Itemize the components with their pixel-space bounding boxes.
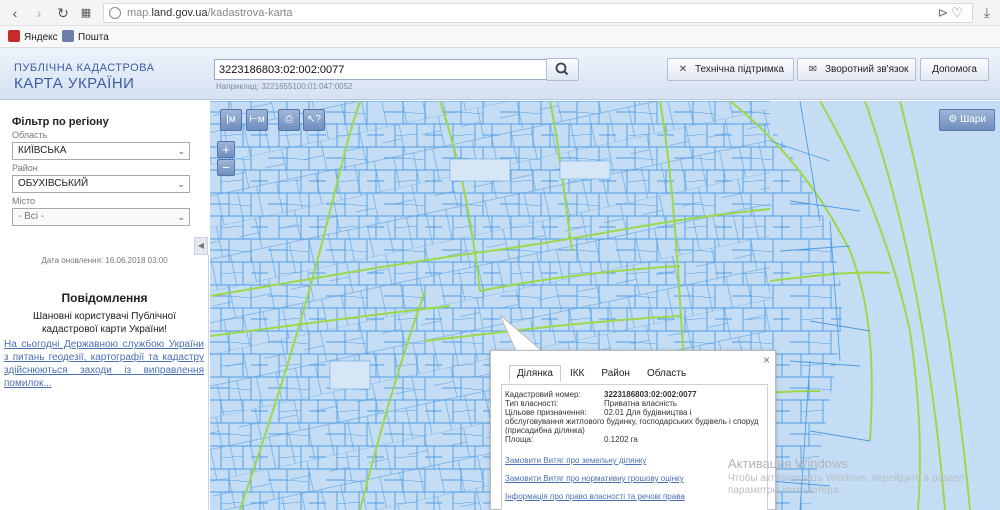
ownership-row: Тип власності: Приватна власність [505, 399, 765, 408]
cadastral-map[interactable]: |м ⊢м ⎙ ↖? + − ⚙ Шари × Ділянка ІКК Район О… [210, 101, 1000, 510]
popup-pointer [499, 314, 544, 352]
share-icon[interactable]: ⊳ [937, 5, 951, 20]
gear-icon: ⚙ [948, 114, 958, 125]
plus-icon: + [222, 142, 230, 157]
popup-tabs: Ділянка ІКК Район Область [509, 365, 695, 384]
news-text: Шановні користувачі Публічної кадастрово… [33, 311, 176, 335]
technical-support-label: Технічна підтримка [695, 64, 784, 75]
collapse-panel-button[interactable]: ◀ [194, 237, 208, 255]
logo-line1[interactable]: ПУБЛІЧНА КАДАСТРОВА [14, 62, 154, 74]
url-text: map.land.gov.ua/kadastrova-karta [127, 7, 293, 19]
reload-icon[interactable]: ↻ [54, 4, 72, 22]
search-hint: Наприклад: 3221655100:01:047:0052 [216, 82, 353, 91]
search-button[interactable] [546, 58, 579, 81]
order-valuation-extract-link[interactable]: Замовити Витяг про нормативну грошову оц… [505, 474, 684, 483]
logo-line2[interactable]: КАРТА УКРАЇНИ [14, 75, 134, 92]
region-filter: Фільтр по регіону Область КИЇВСЬКА ⌄ Райо… [0, 100, 209, 255]
purpose-value: 02.01 Для будівництва і [604, 408, 692, 417]
tabs-grid-icon[interactable]: ▦ [77, 4, 95, 22]
region-label: Область [12, 130, 48, 140]
area-row: Площа: 0.1202 га [505, 435, 765, 444]
district-value: ОБУХІВСЬКИЙ [18, 178, 89, 189]
mail-icon [62, 30, 74, 42]
printer-icon: ⎙ [285, 114, 293, 125]
zoom-in-button[interactable]: + [217, 141, 235, 158]
chevron-down-icon: ⌄ [177, 146, 185, 156]
cadastral-row: Кадастровий номер: 3223186803:02:002:007… [505, 390, 765, 399]
envelope-icon: ✉ [808, 64, 818, 75]
measure-length-button[interactable]: |м [220, 109, 242, 131]
favorite-heart-icon[interactable]: ♡ [951, 5, 966, 20]
news-title: Повідомлення [61, 291, 148, 305]
bookmark-mail-label: Пошта [78, 32, 109, 43]
tab-district[interactable]: Район [593, 365, 638, 382]
order-parcel-extract-link[interactable]: Замовити Витяг про земельну ділянку [505, 456, 646, 465]
purpose-row: Цільове призначення: 02.01 Для будівницт… [505, 408, 765, 435]
minus-icon: − [222, 160, 230, 175]
layers-label: Шари [960, 114, 986, 125]
cadastral-label: Кадастровий номер: [505, 390, 581, 399]
tab-region[interactable]: Область [639, 365, 694, 382]
url-path: /kadastrova-karta [207, 7, 293, 19]
area-value: 0.1202 га [604, 435, 638, 444]
purpose-label: Цільове призначення: [505, 408, 587, 417]
address-bar[interactable]: map.land.gov.ua/kadastrova-karta ⊳♡ [103, 3, 973, 23]
bookmark-yandex[interactable]: Яндекс [8, 30, 58, 43]
tab-parcel[interactable]: Ділянка [509, 365, 561, 382]
area-icon: ⊢м [249, 114, 265, 125]
measure-area-button[interactable]: ⊢м [246, 109, 268, 131]
region-value: КИЇВСЬКА [18, 145, 67, 156]
back-icon[interactable]: ‹ [6, 4, 24, 22]
chevron-down-icon: ⌄ [177, 179, 185, 189]
globe-icon [109, 7, 121, 19]
windows-activation-text: Чтобы активировать Windows, перейдите в … [728, 473, 965, 496]
news-link[interactable]: На сьогодні Державною службою України з … [4, 338, 204, 390]
bookmarks-bar: Яндекс Пошта [0, 26, 1000, 48]
cadastral-search-input[interactable] [214, 59, 548, 80]
windows-activation-title: Активация Windows [728, 456, 848, 471]
technical-support-button[interactable]: ✕ Технічна підтримка [667, 58, 794, 81]
feedback-label: Зворотний зв'язок [825, 64, 909, 75]
url-domain: land.gov.ua [151, 7, 208, 19]
ownership-label: Тип власності: [505, 399, 559, 408]
district-select[interactable]: ОБУХІВСЬКИЙ ⌄ [12, 175, 190, 193]
filter-title: Фільтр по регіону [12, 116, 109, 128]
city-select[interactable]: - Всі - ⌄ [12, 208, 190, 226]
area-label: Площа: [505, 435, 534, 444]
identify-button[interactable]: ↖? [303, 109, 325, 131]
browser-toolbar: ‹ › ↻ ▦ map.land.gov.ua/kadastrova-karta… [0, 0, 1000, 26]
layers-button[interactable]: ⚙ Шари [939, 109, 995, 131]
region-select[interactable]: КИЇВСЬКА ⌄ [12, 142, 190, 160]
search-icon [555, 62, 569, 76]
ruler-icon: |м [226, 114, 236, 125]
yandex-icon [8, 30, 20, 42]
print-button[interactable]: ⎙ [278, 109, 300, 131]
download-icon[interactable]: ⤓ [984, 4, 990, 21]
site-header: ПУБЛІЧНА КАДАСТРОВА КАРТА УКРАЇНИ Наприк… [0, 48, 1000, 100]
chevron-down-icon: ⌄ [177, 212, 185, 222]
close-icon[interactable]: × [763, 353, 770, 367]
forward-icon[interactable]: › [30, 4, 48, 22]
bookmark-yandex-label: Яндекс [24, 32, 58, 43]
zoom-out-button[interactable]: − [217, 159, 235, 176]
parcel-info: Кадастровий номер: 3223186803:02:002:007… [505, 390, 765, 444]
update-date: Дата оновлення: 16.06.2018 03:00 [41, 256, 168, 265]
feedback-button[interactable]: ✉ Зворотний зв'язок [797, 58, 916, 81]
help-button[interactable]: Допомога [920, 58, 989, 81]
ownership-value: Приватна власність [604, 399, 678, 408]
city-label: Місто [12, 196, 36, 206]
tools-icon: ✕ [678, 64, 688, 75]
purpose-continued: обслуговування житлового будинку, господ… [505, 417, 759, 435]
tab-ikk[interactable]: ІКК [562, 365, 592, 382]
url-prefix: map. [127, 7, 152, 19]
address-actions: ⊳♡ [937, 5, 966, 21]
ownership-info-link[interactable]: Інформація про право власності та речові… [505, 492, 685, 501]
bookmark-mail[interactable]: Пошта [62, 30, 109, 43]
left-panel: Фільтр по регіону Область КИЇВСЬКА ⌄ Райо… [0, 100, 209, 510]
city-value: - Всі - [18, 211, 45, 222]
district-label: Район [12, 163, 38, 173]
cadastral-value: 3223186803:02:002:0077 [604, 390, 697, 399]
cursor-question-icon: ↖? [307, 114, 321, 125]
help-label: Допомога [932, 64, 977, 75]
